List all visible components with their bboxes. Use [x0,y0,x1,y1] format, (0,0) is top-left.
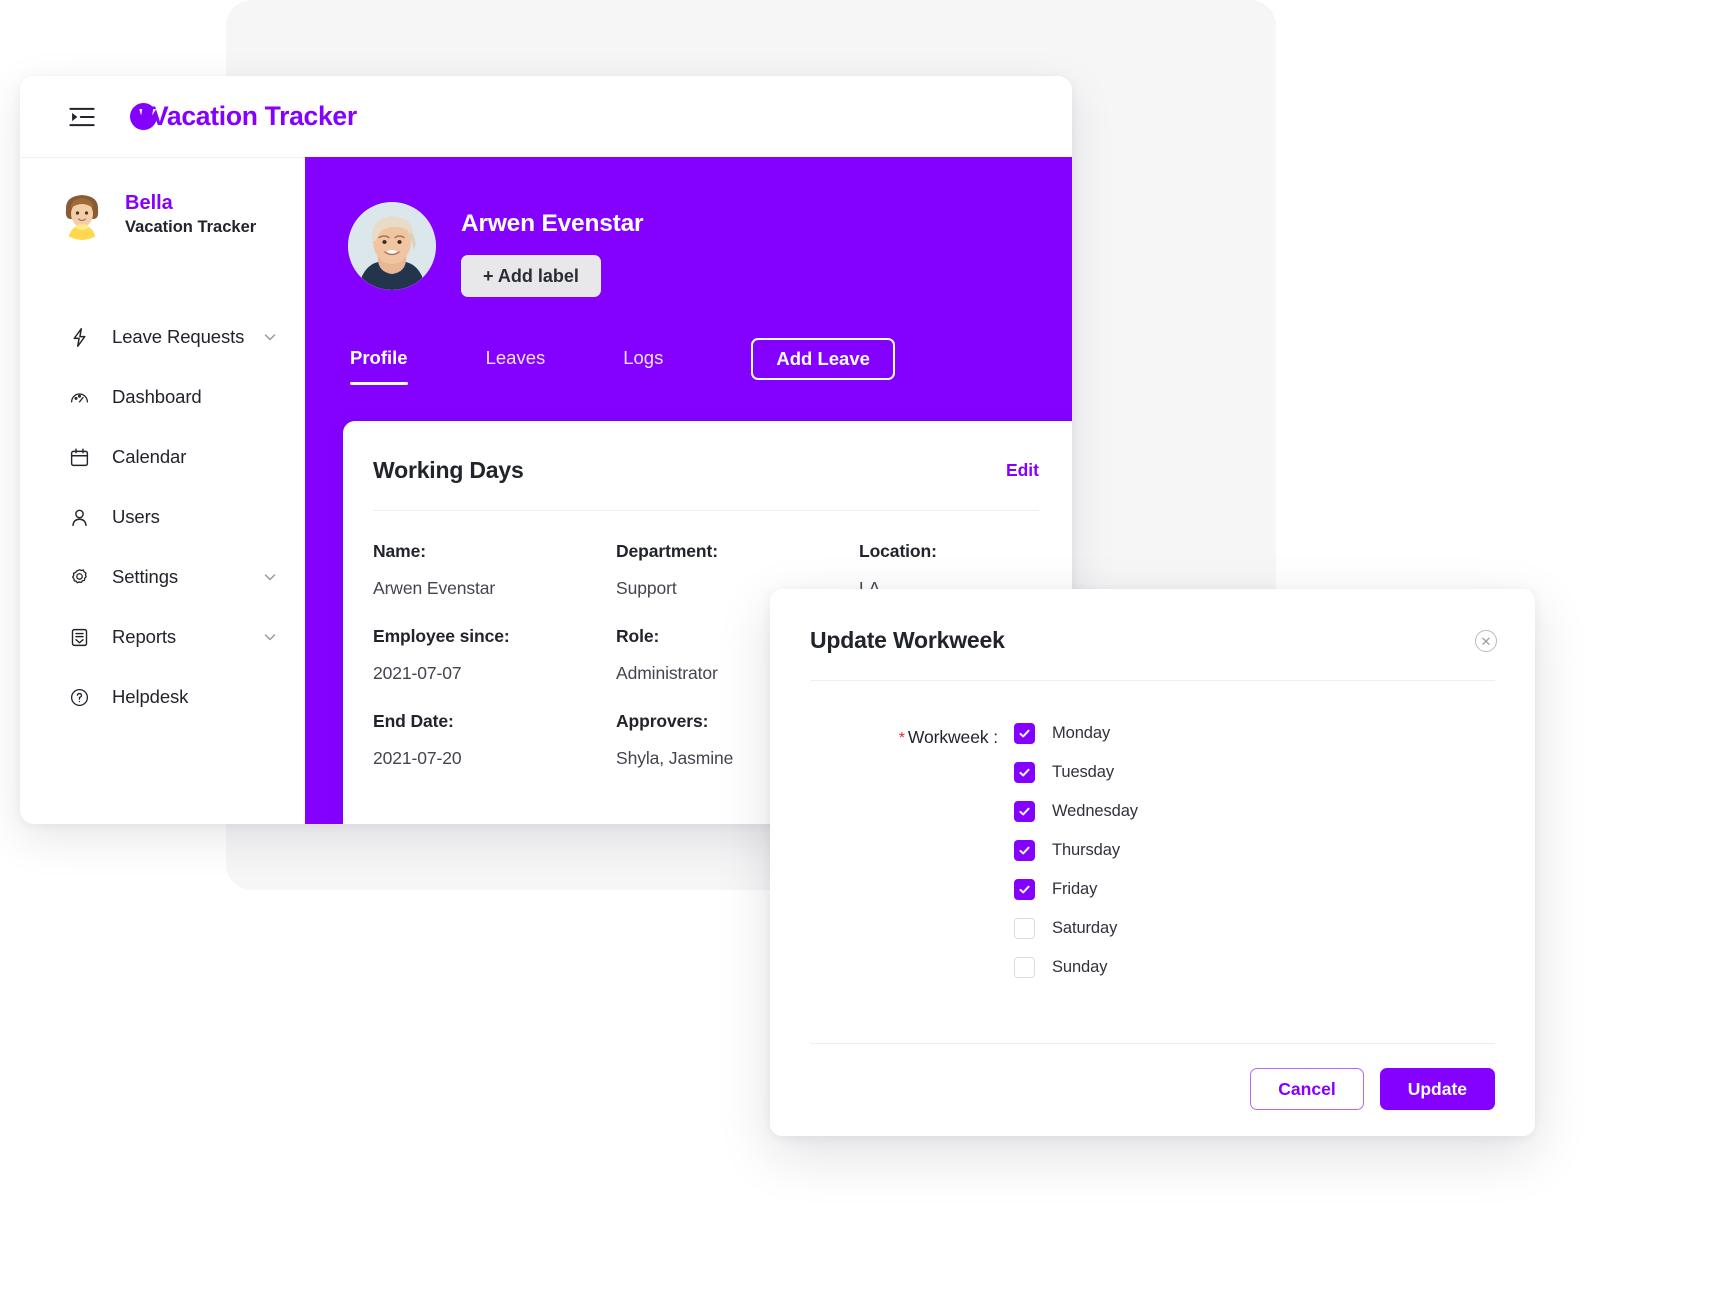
sidebar-item-calendar[interactable]: Calendar [20,427,305,487]
tab-profile[interactable]: Profile [350,347,408,385]
sidebar-item-settings[interactable]: Settings [20,547,305,607]
field-value: 2021-07-20 [373,748,462,768]
workweek-field-label: * Workweek : [810,723,1014,748]
sidebar-item-label: Dashboard [112,386,202,407]
person-icon [68,506,90,528]
card-header: Working Days Edit [373,457,1039,511]
checkbox-wednesday[interactable] [1014,801,1035,822]
tabs-row: Profile Leaves Logs Add Leave [305,337,1072,395]
chevron-down-icon[interactable] [263,630,277,644]
bolt-icon [68,326,90,348]
field-label: Location: [859,541,937,561]
cancel-button[interactable]: Cancel [1250,1068,1364,1110]
profile-name: Arwen Evenstar [461,210,644,237]
day-row-saturday[interactable]: Saturday [1014,918,1138,939]
tab-leaves[interactable]: Leaves [486,347,546,385]
day-label: Thursday [1052,841,1120,859]
field-label: Department: [616,541,718,561]
screenshot-stage: Vacation Tracker Bella Vacation Tracker … [0,0,1734,1296]
modal-header: Update Workweek ✕ [770,589,1535,654]
day-label: Sunday [1052,958,1108,976]
checkbox-sunday[interactable] [1014,957,1035,978]
workweek-label-text: Workweek : [907,727,998,747]
add-label-button[interactable]: + Add label [461,255,601,297]
day-label: Saturday [1052,919,1118,937]
workweek-day-list: Monday Tuesday Wednesday Thursday Friday… [1014,723,1138,978]
sidebar-item-label: Helpdesk [112,686,189,707]
checkbox-thursday[interactable] [1014,840,1035,861]
sidebar-nav: Leave Requests Dashboard Calendar Users … [20,307,305,727]
chevron-down-icon[interactable] [263,570,277,584]
sidebar-user-org: Vacation Tracker [125,217,257,236]
avatar [56,188,108,240]
checkbox-friday[interactable] [1014,879,1035,900]
modal-footer: Cancel Update [1250,1068,1495,1110]
field-value: Arwen Evenstar [373,578,496,598]
gauge-icon [68,386,90,408]
field-name: Name: Arwen Evenstar [373,541,616,599]
profile-header: Arwen Evenstar + Add label [305,157,1072,297]
sidebar-item-dashboard[interactable]: Dashboard [20,367,305,427]
sidebar-user-block[interactable]: Bella Vacation Tracker [20,158,305,240]
modal-footer-divider [810,1043,1495,1044]
day-label: Friday [1052,880,1098,898]
question-circle-icon [68,686,90,708]
sidebar-user-name: Bella [125,191,173,214]
day-row-tuesday[interactable]: Tuesday [1014,762,1138,783]
field-label: Name: [373,541,426,561]
calendar-icon [68,446,90,468]
modal-title: Update Workweek [810,627,1005,653]
sidebar-item-label: Settings [112,566,179,587]
modal-body: * Workweek : Monday Tuesday Wednesday Th… [770,681,1535,978]
collapse-sidebar-icon[interactable] [67,104,97,130]
sidebar-item-helpdesk[interactable]: Helpdesk [20,667,305,727]
day-row-thursday[interactable]: Thursday [1014,840,1138,861]
brand-name: Vacation Tracker [151,101,357,132]
checkbox-monday[interactable] [1014,723,1035,744]
top-bar: Vacation Tracker [20,76,1072,157]
edit-link[interactable]: Edit [1006,460,1039,481]
update-button[interactable]: Update [1379,1068,1495,1110]
day-label: Wednesday [1052,802,1138,820]
update-workweek-modal: Update Workweek ✕ * Workweek : Monday Tu… [770,589,1535,1136]
required-marker: * [898,730,905,747]
sidebar: Bella Vacation Tracker Leave Requests Da… [20,157,305,824]
brand[interactable]: Vacation Tracker [130,103,357,130]
sidebar-item-reports[interactable]: Reports [20,607,305,667]
field-label: End Date: [373,711,454,731]
add-leave-button[interactable]: Add Leave [751,338,895,380]
checkbox-saturday[interactable] [1014,918,1035,939]
sidebar-item-leave-requests[interactable]: Leave Requests [20,307,305,367]
day-row-friday[interactable]: Friday [1014,879,1138,900]
tab-logs[interactable]: Logs [623,347,663,385]
chevron-down-icon[interactable] [263,330,277,344]
checkbox-tuesday[interactable] [1014,762,1035,783]
sidebar-item-label: Users [112,506,160,527]
day-label: Monday [1052,724,1111,742]
day-row-wednesday[interactable]: Wednesday [1014,801,1138,822]
field-label: Employee since: [373,626,510,646]
gear-icon [68,566,90,588]
sidebar-item-label: Leave Requests [112,326,245,347]
sidebar-item-label: Calendar [112,446,187,467]
field-end-date: End Date: 2021-07-20 [373,711,616,769]
v-circle-logo-icon [130,103,157,130]
day-row-monday[interactable]: Monday [1014,723,1138,744]
sidebar-item-label: Reports [112,626,177,647]
page-title: Working Days [373,457,524,483]
field-employee-since: Employee since: 2021-07-07 [373,626,616,684]
day-label: Tuesday [1052,763,1114,781]
day-row-sunday[interactable]: Sunday [1014,957,1138,978]
field-value: 2021-07-07 [373,663,462,683]
sidebar-item-users[interactable]: Users [20,487,305,547]
profile-photo [348,202,436,290]
report-icon [68,626,90,648]
close-icon[interactable]: ✕ [1475,630,1497,652]
